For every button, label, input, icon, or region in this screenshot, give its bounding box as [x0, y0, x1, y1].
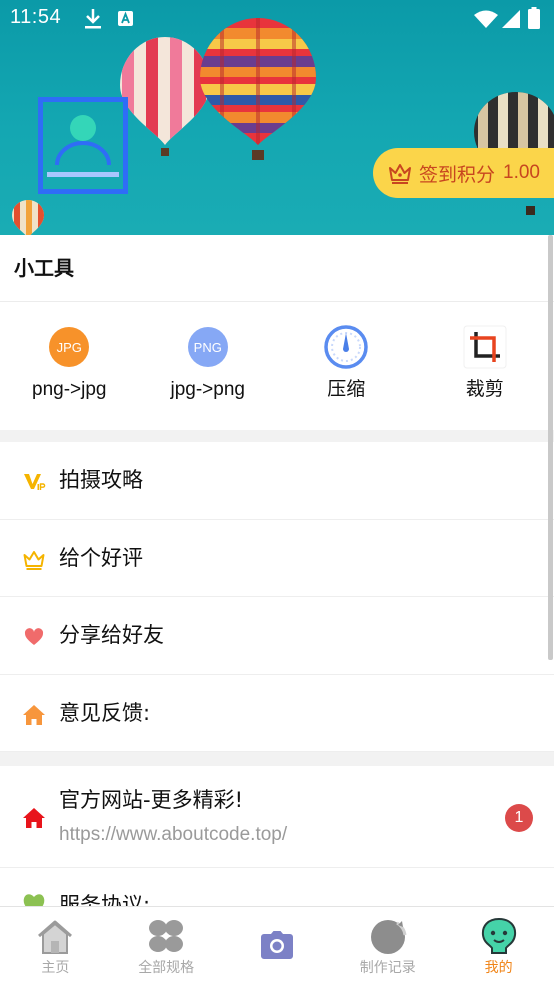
- nav-label: 我的: [443, 957, 554, 977]
- scrollbar[interactable]: [548, 235, 553, 660]
- status-bar: 11:54: [0, 0, 554, 38]
- tool-label: png->jpg: [0, 377, 139, 403]
- jpg-icon: JPG: [47, 325, 91, 369]
- tool-jpg-to-png[interactable]: PNG jpg->png: [139, 302, 278, 430]
- balloon-basket: [526, 206, 535, 215]
- record-icon: [369, 917, 407, 955]
- notification-badge: 1: [505, 804, 533, 832]
- clover-icon: [147, 917, 185, 955]
- menu-item-feedback[interactable]: 意见反馈:: [0, 675, 554, 753]
- nav-label: 全部规格: [111, 957, 222, 977]
- home-red-icon: [22, 806, 46, 830]
- crown-icon: [22, 548, 46, 572]
- menu-item-label: 拍摄攻略: [59, 442, 143, 519]
- nav-label: 制作记录: [332, 957, 443, 977]
- tool-label: 裁剪: [416, 377, 554, 403]
- tool-crop[interactable]: 裁剪: [416, 302, 554, 430]
- heart-icon: [22, 625, 46, 649]
- download-icon: [84, 8, 102, 30]
- signal-icon: [502, 10, 520, 28]
- tool-png-to-jpg[interactable]: JPG png->jpg: [0, 302, 139, 430]
- vip-icon: [22, 470, 46, 494]
- menu-list: 拍摄攻略 给个好评 分享给好友 意见反馈:: [0, 442, 554, 752]
- menu-item-share[interactable]: 分享给好友: [0, 597, 554, 675]
- bottom-navigation: 主页 全部规格 制作记录 我的: [0, 906, 554, 985]
- house-icon: [36, 917, 74, 955]
- home-icon: [22, 703, 46, 727]
- crown-icon: [387, 162, 413, 184]
- section-divider: [0, 430, 554, 442]
- balloon-basket: [161, 148, 169, 156]
- balloon-small: [10, 198, 46, 235]
- nav-label: 主页: [0, 957, 111, 977]
- nav-mine[interactable]: 我的: [443, 907, 554, 985]
- png-icon: PNG: [186, 325, 230, 369]
- tool-compress[interactable]: 压缩: [277, 302, 416, 430]
- website-title: 官方网站-更多精彩!: [59, 785, 243, 815]
- tools-grid: JPG png->jpg PNG jpg->png 压缩 裁剪: [0, 302, 554, 430]
- signin-points: 1.00: [503, 162, 540, 184]
- nav-camera[interactable]: [222, 907, 333, 985]
- battery-icon: [528, 7, 540, 29]
- status-time: 11:54: [10, 6, 61, 29]
- avatar[interactable]: [38, 97, 128, 194]
- png-badge: PNG: [188, 327, 228, 367]
- wifi-icon: [474, 10, 498, 28]
- tool-label: 压缩: [277, 377, 416, 403]
- crop-icon: [463, 325, 507, 369]
- nav-home[interactable]: 主页: [0, 907, 111, 985]
- menu-item-label: 分享给好友: [59, 597, 164, 674]
- section-divider: [0, 752, 554, 766]
- jpg-badge: JPG: [49, 327, 89, 367]
- tools-section-header: 小工具: [0, 235, 554, 302]
- menu-item-official-website[interactable]: 官方网站-更多精彩! https://www.aboutcode.top/ 1: [0, 766, 554, 868]
- menu-item-shooting-guide[interactable]: 拍摄攻略: [0, 442, 554, 520]
- balloon-pink: [118, 35, 214, 150]
- face-icon: [480, 917, 518, 955]
- menu-item-label: 意见反馈:: [59, 675, 150, 752]
- menu-item-label: 给个好评: [59, 520, 143, 597]
- user-avatar-icon: [38, 97, 128, 194]
- signin-label: 签到积分: [419, 160, 495, 187]
- profile-header: 11:54 签: [0, 0, 554, 235]
- camera-icon: [261, 931, 293, 959]
- nav-records[interactable]: 制作记录: [332, 907, 443, 985]
- tool-label: jpg->png: [139, 377, 278, 403]
- balloon-basket: [252, 150, 264, 160]
- app-notification-icon: [118, 11, 133, 26]
- menu-item-rate-app[interactable]: 给个好评: [0, 520, 554, 598]
- nav-all-specs[interactable]: 全部规格: [111, 907, 222, 985]
- website-url[interactable]: https://www.aboutcode.top/: [59, 821, 287, 849]
- gauge-icon: [324, 325, 368, 369]
- tools-title: 小工具: [14, 235, 74, 301]
- signin-points-button[interactable]: 签到积分 1.00: [373, 148, 554, 198]
